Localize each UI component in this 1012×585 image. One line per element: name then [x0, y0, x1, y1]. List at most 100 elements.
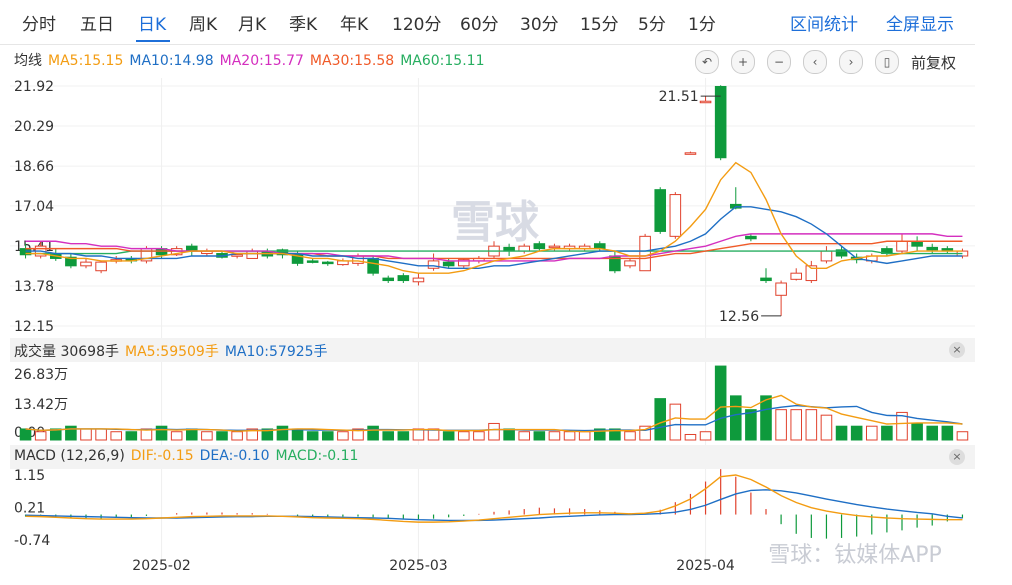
- dea-line: [25, 489, 963, 522]
- candle-body: [382, 277, 395, 282]
- volume-bar: [911, 422, 923, 441]
- candlestick-chart[interactable]: 21.9220.2918.6617.0415.4113.7812.152025-…: [0, 0, 1012, 585]
- candle-body: [231, 254, 243, 257]
- volume-bar: [231, 431, 243, 441]
- volume-bar: [19, 428, 32, 441]
- volume-bar: [745, 409, 757, 441]
- high-annotation: 21.51: [659, 89, 699, 105]
- candle-body: [684, 152, 697, 155]
- volume_legend-item: MA10:57925手: [224, 344, 328, 360]
- candle-body: [820, 250, 833, 262]
- volume-bar: [941, 425, 954, 441]
- volume-bar: [276, 425, 289, 441]
- volume-bar: [699, 431, 712, 441]
- candle-body: [397, 275, 410, 282]
- volume-tick-label: 26.83万: [14, 367, 68, 383]
- volume-bar: [321, 431, 334, 441]
- volume-bar: [367, 425, 379, 441]
- volume_legend-item: 成交量 30698手: [14, 344, 119, 360]
- candle-body: [321, 261, 334, 265]
- volume-bar: [473, 431, 485, 441]
- candle-body: [775, 282, 787, 296]
- price-tick-label: 21.92: [14, 79, 54, 95]
- volume-bar: [563, 431, 576, 441]
- macd_legend-item: DIF:-0.15: [130, 448, 194, 464]
- macd_legend-item: MACD (12,26,9): [14, 448, 125, 464]
- macd_legend-item: MACD:-0.11: [275, 448, 359, 464]
- volume-bar: [457, 431, 470, 441]
- volume-bar: [306, 431, 319, 441]
- volume-bar: [95, 428, 107, 441]
- volume-bar: [729, 395, 742, 441]
- date-tick-label: 2025-04: [676, 558, 735, 574]
- volume-bar: [865, 425, 878, 441]
- candle-body: [367, 257, 379, 274]
- volume-bar: [654, 398, 667, 441]
- candle-body: [699, 100, 712, 104]
- candle-body: [306, 260, 319, 263]
- volume-bar: [926, 425, 939, 441]
- candle-body: [790, 272, 803, 280]
- candle-body: [714, 85, 727, 159]
- volume-bar: [397, 431, 410, 441]
- price-tick-label: 20.29: [14, 119, 54, 135]
- volume-legend: 成交量 30698手 MA5:59509手 MA10:57925手: [14, 341, 334, 361]
- volume-bar: [185, 428, 198, 441]
- candle-body: [427, 260, 440, 269]
- volume-bar: [110, 431, 123, 441]
- candle-body: [412, 277, 425, 283]
- volume-bar: [684, 433, 697, 441]
- volume-tick-label: 13.42万: [14, 397, 68, 413]
- volume-bar: [533, 431, 546, 441]
- candle-body: [442, 261, 455, 267]
- macd-tick-label: -0.74: [14, 533, 50, 549]
- candle-body: [593, 243, 606, 250]
- volume-bar: [881, 425, 893, 441]
- volume-bar: [775, 409, 787, 441]
- candle-body: [669, 194, 682, 237]
- volume-bar: [624, 431, 636, 441]
- volume-bar: [34, 431, 47, 441]
- volume_legend-item: MA5:59509手: [125, 344, 219, 360]
- volume-bar: [216, 431, 228, 441]
- volume-bar: [714, 365, 727, 441]
- volume-bar: [790, 409, 803, 441]
- candle-body: [185, 245, 198, 252]
- macd-tick-label: 0.21: [14, 500, 45, 516]
- close-macd-icon[interactable]: ×: [949, 449, 965, 465]
- volume-bar: [412, 428, 425, 441]
- low-annotation: 12.56: [719, 309, 759, 325]
- close-volume-icon[interactable]: ×: [949, 342, 965, 358]
- candle-body: [548, 245, 561, 249]
- candle-body: [760, 277, 772, 282]
- price-tick-label: 17.04: [14, 199, 54, 215]
- volume-bar: [155, 425, 168, 441]
- date-tick-label: 2025-02: [132, 558, 191, 574]
- candle-body: [95, 261, 107, 272]
- volume-bar: [170, 431, 183, 441]
- volume-bar: [488, 422, 500, 441]
- candle-body: [639, 235, 651, 272]
- volume-bar: [820, 414, 833, 441]
- price-tick-label: 18.66: [14, 159, 54, 175]
- candle-body: [624, 260, 636, 267]
- volume-bar: [442, 431, 455, 441]
- volume-bar: [548, 431, 561, 441]
- candle-body: [926, 246, 939, 251]
- volume-bar: [125, 431, 138, 441]
- candle-body: [896, 240, 908, 252]
- volume-bar: [80, 428, 92, 441]
- candle-body: [518, 245, 531, 252]
- macd_legend-item: DEA:-0.10: [199, 448, 270, 464]
- candle-body: [533, 243, 546, 250]
- candle-body: [654, 189, 667, 232]
- volume-bar: [669, 403, 682, 441]
- candle-body: [246, 250, 259, 259]
- volume-bar: [850, 425, 863, 441]
- volume-bar: [382, 431, 395, 441]
- volume-bar: [518, 431, 531, 441]
- volume-bar: [201, 431, 213, 441]
- volume-bar: [805, 409, 818, 441]
- date-tick-label: 2025-03: [389, 558, 448, 574]
- macd-legend: MACD (12,26,9) DIF:-0.15 DEA:-0.10 MACD:-0.…: [14, 448, 364, 464]
